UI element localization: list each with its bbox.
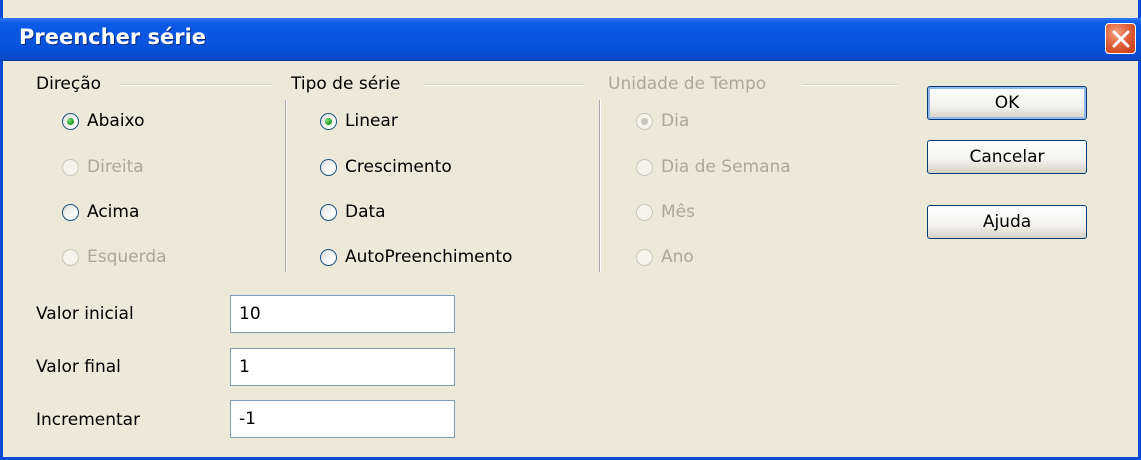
radio-esquerda: Esquerda	[62, 247, 167, 267]
radio-circle[interactable]	[320, 112, 337, 130]
help-button[interactable]: Ajuda	[927, 205, 1087, 239]
radio-circle	[636, 112, 653, 130]
title-bar[interactable]: Preencher série	[0, 18, 1141, 61]
series-type-group-line	[423, 84, 583, 86]
radio-abaixo[interactable]: Abaixo	[62, 111, 145, 131]
radio-label-autopreenchimento: AutoPreenchimento	[345, 247, 513, 267]
radio-circle	[636, 158, 653, 176]
close-icon	[1112, 30, 1130, 48]
radio-circle[interactable]	[320, 248, 337, 266]
divider-2	[599, 100, 601, 272]
end-value-label: Valor final	[36, 357, 121, 377]
dialog-title: Preencher série	[19, 25, 207, 49]
radio-label-crescimento: Crescimento	[345, 157, 452, 177]
radio-acima[interactable]: Acima	[62, 202, 139, 222]
radio-circle[interactable]	[320, 203, 337, 221]
increment-input[interactable]: -1	[230, 400, 455, 438]
radio-circle	[636, 203, 653, 221]
radio-label-mes: Mês	[661, 202, 695, 222]
radio-ano: Ano	[636, 247, 694, 267]
radio-circle[interactable]	[62, 203, 79, 221]
radio-mes: Mês	[636, 202, 695, 222]
radio-data[interactable]: Data	[320, 202, 386, 222]
radio-label-esquerda: Esquerda	[87, 247, 167, 267]
divider-1	[285, 100, 287, 272]
direction-group-line	[121, 84, 271, 86]
time-unit-group-line	[803, 84, 898, 86]
radio-dia-de-semana: Dia de Semana	[636, 157, 791, 177]
radio-circle	[636, 248, 653, 266]
radio-direita: Direita	[62, 157, 144, 177]
radio-label-ano: Ano	[661, 247, 694, 267]
series-type-group-title: Tipo de série	[291, 74, 407, 94]
end-value-input[interactable]: 1	[230, 348, 455, 386]
radio-label-direita: Direita	[87, 157, 144, 177]
radio-circle	[62, 158, 79, 176]
radio-dia: Dia	[636, 111, 689, 131]
close-button[interactable]	[1105, 23, 1136, 54]
cancel-button[interactable]: Cancelar	[927, 140, 1087, 174]
radio-label-dia: Dia	[661, 111, 690, 131]
start-value-label: Valor inicial	[36, 304, 134, 324]
increment-label: Incrementar	[36, 410, 141, 430]
radio-linear[interactable]: Linear	[320, 111, 398, 131]
ok-button[interactable]: OK	[927, 86, 1087, 120]
radio-label-linear: Linear	[345, 111, 398, 131]
radio-circle[interactable]	[62, 112, 79, 130]
radio-autopreenchimento[interactable]: AutoPreenchimento	[320, 247, 512, 267]
radio-label-data: Data	[345, 202, 386, 222]
radio-label-dia-de-semana: Dia de Semana	[661, 157, 791, 177]
radio-label-abaixo: Abaixo	[87, 111, 145, 131]
radio-circle[interactable]	[320, 158, 337, 176]
radio-label-acima: Acima	[87, 202, 140, 222]
direction-group-title: Direção	[36, 74, 108, 94]
fill-series-dialog: Preencher série Direção Abaixo Direita A…	[0, 0, 1141, 460]
radio-circle	[62, 248, 79, 266]
radio-crescimento[interactable]: Crescimento	[320, 157, 452, 177]
time-unit-group-title: Unidade de Tempo	[608, 74, 773, 94]
start-value-input[interactable]: 10	[230, 295, 455, 333]
